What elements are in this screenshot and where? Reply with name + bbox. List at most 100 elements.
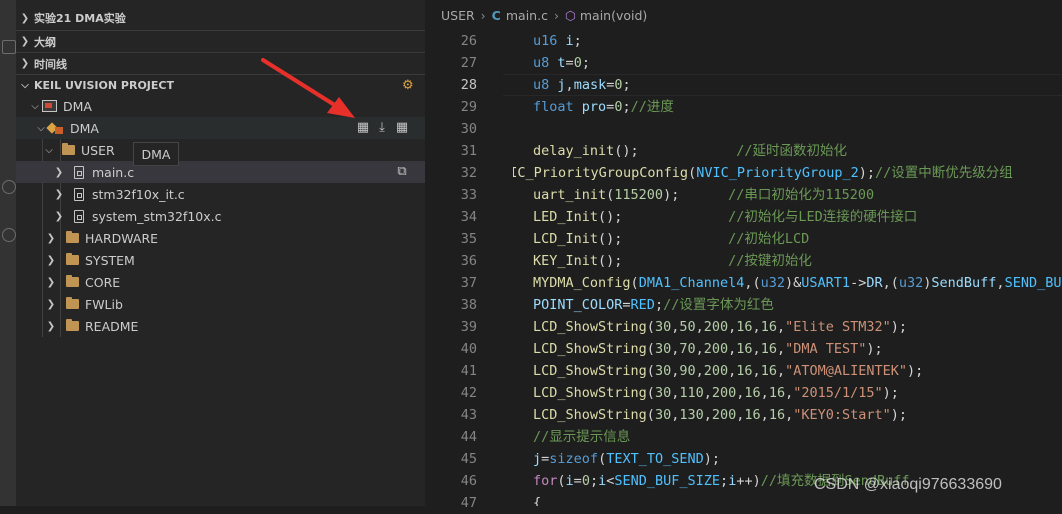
annotation-arrow-icon: [261, 58, 355, 118]
breadcrumb-file[interactable]: main.c: [506, 8, 548, 23]
tree-item-label: DMA: [70, 120, 99, 136]
line-number: 35: [460, 231, 477, 247]
section-label: 实验21 DMA实验: [34, 12, 126, 25]
tree-item-target[interactable]: ⌵ DMA ▦ ⤓ ▦: [16, 117, 443, 139]
line-number: 26: [460, 33, 477, 49]
section-label: 大纲: [34, 35, 56, 49]
code-line[interactable]: u8 t=0;: [533, 52, 590, 74]
chevron-right-icon: ›: [553, 7, 559, 23]
chevron-right-icon: ❯: [54, 166, 64, 178]
line-number: 45: [460, 451, 477, 467]
chevron-right-icon: ❯: [20, 58, 30, 69]
chevron-right-icon: ❯: [20, 36, 30, 47]
code-line[interactable]: LED_Init(); //初始化与LED连接的硬件接口: [533, 206, 917, 228]
line-number: 47: [460, 495, 477, 511]
code-line[interactable]: u16 i;: [533, 30, 582, 52]
download-icon[interactable]: ⤓: [375, 121, 389, 135]
code-line[interactable]: delay_init(); //延时函数初始化: [533, 140, 847, 162]
rebuild-icon[interactable]: ▦: [395, 121, 409, 135]
chevron-down-icon: ⌵: [45, 144, 53, 156]
chevron-right-icon: ❯: [46, 254, 56, 266]
line-number: 31: [460, 143, 477, 159]
line-number: 32: [460, 165, 477, 181]
tree-item-label: FWLib: [85, 296, 123, 312]
code-line[interactable]: LCD_ShowString(30,50,200,16,16,"Elite ST…: [533, 316, 907, 338]
line-number: 30: [460, 121, 477, 137]
tree-item-folder-hardware[interactable]: ❯ HARDWARE: [16, 227, 453, 249]
tree-item-label: README: [85, 318, 139, 334]
tree-item-label: system_stm32f10x.c: [92, 208, 222, 224]
target-icon: [48, 122, 64, 135]
code-line[interactable]: NVIC_PriorityGroupConfig(NVIC_PriorityGr…: [513, 162, 1013, 184]
tree-item-folder-fwlib[interactable]: ❯ FWLib: [16, 293, 453, 315]
folder-icon: [66, 319, 79, 331]
tree-item-folder-user[interactable]: ⌵ USER: [16, 139, 451, 161]
extensions-icon[interactable]: [2, 40, 16, 54]
tree-item-label: DMA: [63, 98, 92, 114]
project-icon: [42, 100, 57, 112]
c-language-icon: C: [491, 7, 501, 23]
c-file-icon: [74, 209, 84, 223]
code-line[interactable]: LCD_ShowString(30,110,200,16,16,"2015/1/…: [533, 382, 899, 404]
code-area[interactable]: u16 i; u8 t=0; u8 j,mask=0; float pro=0;//进…: [513, 30, 1062, 506]
chevron-down-icon: ⌵: [31, 100, 39, 112]
line-number: 41: [460, 363, 477, 379]
editor: USER › C main.c › ⬡ main(void) 26 27 28 29 3…: [425, 0, 1062, 511]
code-line[interactable]: LCD_ShowString(30,70,200,16,16,"DMA TEST…: [533, 338, 883, 360]
code-line[interactable]: //显示提示信息: [533, 426, 630, 448]
chevron-right-icon: ❯: [20, 12, 30, 24]
breadcrumb: USER › C main.c › ⬡ main(void): [425, 0, 1062, 30]
code-line[interactable]: LCD_Init(); //初始化LCD: [533, 228, 809, 250]
c-file-icon: [74, 165, 84, 179]
section-label: 时间线: [34, 57, 67, 71]
tree-item-label: stm32f10x_it.c: [92, 186, 185, 202]
section-header-outline[interactable]: ❯ 大纲: [16, 30, 425, 52]
activity-bar: [0, 0, 16, 506]
folder-icon: [66, 297, 79, 309]
chevron-right-icon: ❯: [46, 232, 56, 244]
code-line[interactable]: POINT_COLOR=RED;//设置字体为红色: [533, 294, 774, 316]
line-number: 27: [460, 55, 477, 71]
tree-item-project[interactable]: ⌵ DMA: [16, 95, 437, 117]
line-number: 36: [460, 253, 477, 269]
line-number: 28: [460, 77, 477, 93]
tree-item-folder-readme[interactable]: ❯ README: [16, 315, 453, 337]
c-file-icon: [74, 187, 84, 201]
section-header-experiment[interactable]: ❯ 实验21 DMA实验: [16, 7, 425, 29]
line-number: 42: [460, 385, 477, 401]
code-line[interactable]: LCD_ShowString(30,130,200,16,16,"KEY0:St…: [533, 404, 907, 426]
code-line[interactable]: uart_init(115200); //串口初始化为115200: [533, 184, 874, 206]
line-number: 34: [460, 209, 477, 225]
chevron-down-icon: ⌵: [21, 80, 29, 91]
settings-icon[interactable]: [2, 228, 16, 242]
chevron-right-icon: ❯: [46, 276, 56, 288]
breadcrumb-folder[interactable]: USER: [441, 8, 475, 23]
tree-item-folder-core[interactable]: ❯ CORE: [16, 271, 453, 293]
tree-item-label: HARDWARE: [85, 230, 159, 246]
tree-item-label: USER: [81, 142, 115, 158]
code-line[interactable]: MYDMA_Config(DMA1_Channel4,(u32)&USART1-…: [533, 272, 1062, 294]
code-line[interactable]: LCD_ShowString(30,90,200,16,16,"ATOM@ALI…: [533, 360, 923, 382]
tree-item-label: SYSTEM: [85, 252, 135, 268]
open-file-icon[interactable]: ⧉: [395, 165, 409, 179]
code-line[interactable]: float pro=0;//进度: [533, 96, 674, 118]
tree-item-file-main[interactable]: ❯ main.c ⧉: [16, 161, 461, 183]
section-label: KEIL UVISION PROJECT: [34, 79, 174, 92]
line-number: 46: [460, 473, 477, 489]
chevron-right-icon: ❯: [54, 188, 64, 200]
code-line[interactable]: {: [533, 492, 541, 506]
code-line[interactable]: u8 j,mask=0;: [533, 74, 631, 96]
line-number: 40: [460, 341, 477, 357]
tree-item-folder-system[interactable]: ❯ SYSTEM: [16, 249, 453, 271]
switch-target-icon[interactable]: ⚙: [402, 78, 414, 93]
tree-item-file-it[interactable]: ❯ stm32f10x_it.c: [16, 183, 461, 205]
tree-item-label: CORE: [85, 274, 121, 290]
line-number: 44: [460, 429, 477, 445]
tree-item-file-system[interactable]: ❯ system_stm32f10x.c: [16, 205, 461, 227]
code-line[interactable]: KEY_Init(); //按键初始化: [533, 250, 812, 272]
breadcrumb-symbol[interactable]: main(void): [580, 8, 647, 23]
chevron-right-icon: ❯: [46, 298, 56, 310]
account-icon[interactable]: [2, 180, 16, 194]
code-line[interactable]: j=sizeof(TEXT_TO_SEND);: [533, 448, 720, 470]
chevron-right-icon: ›: [480, 7, 486, 23]
